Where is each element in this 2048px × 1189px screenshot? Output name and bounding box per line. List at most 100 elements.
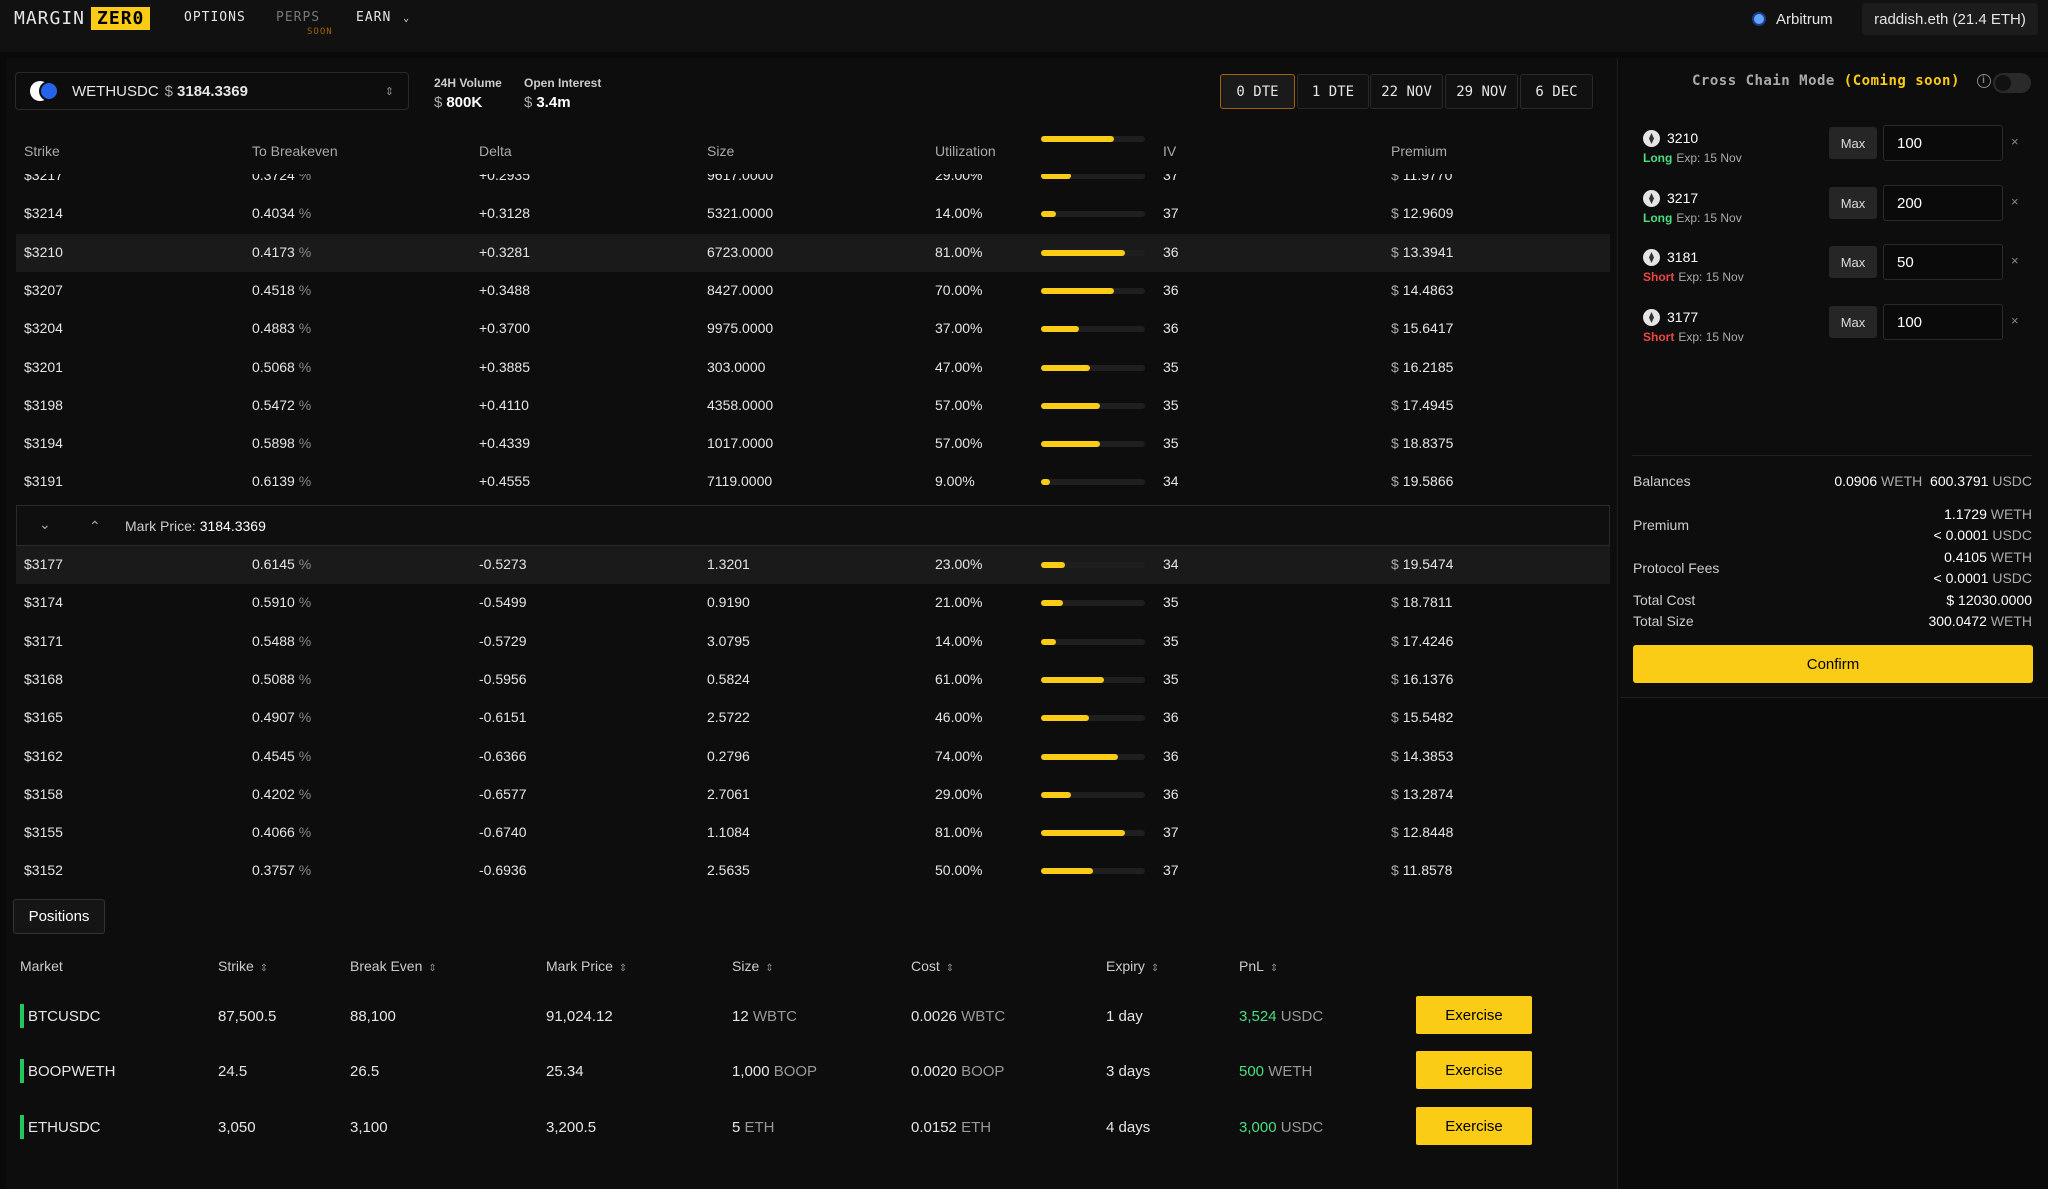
close-icon[interactable]: ×	[2011, 253, 2019, 268]
option-row[interactable]: $3201 0.5068 % +0.3885 303.0000 47.00% 35 $16.…	[16, 349, 1610, 387]
premium-usdc: < 0.0001	[1933, 527, 1989, 543]
confirm-button[interactable]: Confirm	[1633, 645, 2033, 683]
positions-col-header[interactable]: Break Even ⇕	[350, 958, 437, 974]
premium-value: 15.5482	[1402, 709, 1454, 726]
iv-cell: 35	[1163, 632, 1179, 649]
nav-earn[interactable]: EARN ⌄	[356, 10, 410, 25]
position-size-value: 1,000	[732, 1063, 770, 1080]
network-selector[interactable]: Arbitrum	[1752, 7, 1833, 31]
strike-cell: $3165	[24, 709, 63, 726]
max-button[interactable]: Max	[1829, 127, 1877, 159]
logo[interactable]: MARGIN ZER0	[14, 7, 151, 30]
expiry-tab[interactable]: 22 NOV	[1370, 74, 1443, 109]
leg-amount-input[interactable]	[1883, 244, 2003, 280]
positions-col-header[interactable]: Size ⇕	[732, 958, 774, 974]
option-row[interactable]: $3162 0.4545 % -0.6366 0.2796 74.00% 36 $14.38…	[16, 738, 1610, 776]
option-row[interactable]: $3171 0.5488 % -0.5729 3.0795 14.00% 35 $17.42…	[16, 623, 1610, 661]
leg-expiry: Exp: 15 Nov	[1678, 270, 1744, 284]
breakeven-cell: 0.5898 %	[252, 435, 311, 451]
order-leg: 3210 LongExp: 15 Nov Max ×	[1643, 125, 2028, 173]
utilization-cell: 50.00%	[935, 862, 983, 879]
iv-cell: 37	[1163, 205, 1179, 222]
expiry-tab[interactable]: 1 DTE	[1297, 74, 1369, 109]
positions-col-label: Market	[20, 958, 63, 974]
eth-icon	[1643, 309, 1660, 326]
nav-options[interactable]: OPTIONS	[184, 10, 246, 25]
option-row[interactable]: $3155 0.4066 % -0.6740 1.1084 81.00% 37 $12.84…	[16, 814, 1610, 852]
leg-amount-input[interactable]	[1883, 125, 2003, 161]
utilization-cell: 21.00%	[935, 594, 983, 611]
max-button[interactable]: Max	[1829, 246, 1877, 278]
option-row[interactable]: $3207 0.4518 % +0.3488 8427.0000 70.00% 36 $14…	[16, 272, 1610, 310]
option-row[interactable]: $3194 0.5898 % +0.4339 1017.0000 57.00% 35 $18…	[16, 425, 1610, 463]
logo-text: MARGIN	[14, 8, 86, 29]
positions-col-header[interactable]: Strike ⇕	[218, 958, 268, 974]
option-row[interactable]: $3168 0.5088 % -0.5956 0.5824 61.00% 35 $16.13…	[16, 661, 1610, 699]
position-market: BOOPWETH	[28, 1063, 116, 1080]
expiry-tab[interactable]: 29 NOV	[1445, 74, 1518, 109]
option-row[interactable]: $3204 0.4883 % +0.3700 9975.0000 37.00% 36 $15…	[16, 310, 1610, 348]
percent-sign: %	[298, 670, 312, 687]
position-strike: 3,050	[218, 1119, 256, 1136]
percent-sign: %	[298, 281, 312, 298]
close-icon[interactable]: ×	[2011, 134, 2019, 149]
breakeven-cell: 0.6145 %	[252, 556, 311, 572]
position-pnl: 3,000 USDC	[1239, 1119, 1323, 1136]
option-row[interactable]: $3210 0.4173 % +0.3281 6723.0000 81.00% 36 $13…	[16, 233, 1610, 272]
option-row[interactable]: $3198 0.5472 % +0.4110 4358.0000 57.00% 35 $17…	[16, 387, 1610, 425]
option-row[interactable]: $3165 0.4907 % -0.6151 2.5722 46.00% 36 $15.54…	[16, 699, 1610, 737]
close-icon[interactable]: ×	[2011, 313, 2019, 328]
premium-cell: $19.5474	[1391, 556, 1453, 572]
expiry-tab[interactable]: 6 DEC	[1520, 74, 1593, 109]
exercise-button[interactable]: Exercise	[1416, 1051, 1532, 1089]
cross-chain-toggle[interactable]	[1993, 73, 2031, 93]
wallet-button[interactable]: raddish.eth (21.4 ETH)	[1862, 3, 2038, 35]
nav-earn-label: EARN	[356, 10, 392, 25]
breakeven-cell: 0.3724 %	[252, 174, 311, 183]
collapse-down-icon[interactable]: ⌄	[39, 516, 51, 533]
total-size-unit: WETH	[1990, 613, 2032, 629]
leg-amount-input[interactable]	[1883, 185, 2003, 221]
position-pnl-unit: USDC	[1280, 1008, 1324, 1025]
expiry-tab[interactable]: 0 DTE	[1220, 74, 1295, 109]
max-button[interactable]: Max	[1829, 187, 1877, 219]
utilization-cell: 57.00%	[935, 396, 983, 413]
positions-col-header[interactable]: Mark Price ⇕	[546, 958, 627, 974]
option-row[interactable]: $3158 0.4202 % -0.6577 2.7061 29.00% 36 $13.28…	[16, 776, 1610, 814]
size-cell: 6723.0000	[707, 243, 774, 260]
arbitrum-icon	[1752, 12, 1766, 26]
order-leg: 3217 LongExp: 15 Nov Max ×	[1643, 185, 2028, 233]
leg-amount-input[interactable]	[1883, 304, 2003, 340]
option-row[interactable]: $3191 0.6139 % +0.4555 7119.0000 9.00% 34 $19.…	[16, 463, 1610, 501]
breakeven-value: 0.6139	[252, 473, 295, 490]
delta-cell: -0.6577	[479, 785, 527, 802]
premium-value: 12.9609	[1402, 205, 1454, 222]
positions-col-header[interactable]: Cost ⇕	[911, 958, 954, 974]
strike-cell: $3210	[24, 243, 63, 260]
positions-col-header[interactable]: Expiry ⇕	[1106, 958, 1159, 974]
tab-positions[interactable]: Positions	[13, 899, 105, 934]
chevron-down-icon: ⌄	[403, 13, 411, 24]
close-icon[interactable]: ×	[2011, 194, 2019, 209]
option-row[interactable]: $3174 0.5910 % -0.5499 0.9190 21.00% 35 $18.78…	[16, 584, 1610, 622]
delta-cell: +0.3128	[479, 205, 530, 222]
dollar-sign: $	[1391, 396, 1399, 413]
exercise-button[interactable]: Exercise	[1416, 996, 1532, 1034]
option-row[interactable]: $3214 0.4034 % +0.3128 5321.0000 14.00% 37 $12…	[16, 195, 1610, 233]
nav-perps[interactable]: PERPS	[276, 10, 320, 25]
breakeven-cell: 0.5910 %	[252, 594, 311, 610]
option-row[interactable]: $3177 0.6145 % -0.5273 1.3201 23.00% 34 $19.54…	[16, 546, 1610, 584]
max-button[interactable]: Max	[1829, 306, 1877, 338]
info-icon[interactable]: i	[1976, 74, 1991, 88]
pair-selector[interactable]: WETHUSDC $ 3184.3369 ⇕	[15, 72, 409, 110]
breakeven-value: 0.4202	[252, 785, 295, 802]
positions-col-header[interactable]: PnL ⇕	[1239, 958, 1278, 974]
option-row[interactable]: $3152 0.3757 % -0.6936 2.5635 50.00% 37 $11.85…	[16, 852, 1610, 879]
size-cell: 2.7061	[707, 785, 750, 802]
breakeven-cell: 0.4883 %	[252, 320, 311, 336]
dollar-sign: $	[1391, 320, 1399, 337]
exercise-button[interactable]: Exercise	[1416, 1107, 1532, 1145]
collapse-up-icon[interactable]: ⌃	[89, 518, 101, 535]
option-row[interactable]: $3217 0.3724 % +0.2935 9617.0000 29.00% 37 $11…	[16, 174, 1610, 195]
position-market: ETHUSDC	[28, 1119, 101, 1136]
